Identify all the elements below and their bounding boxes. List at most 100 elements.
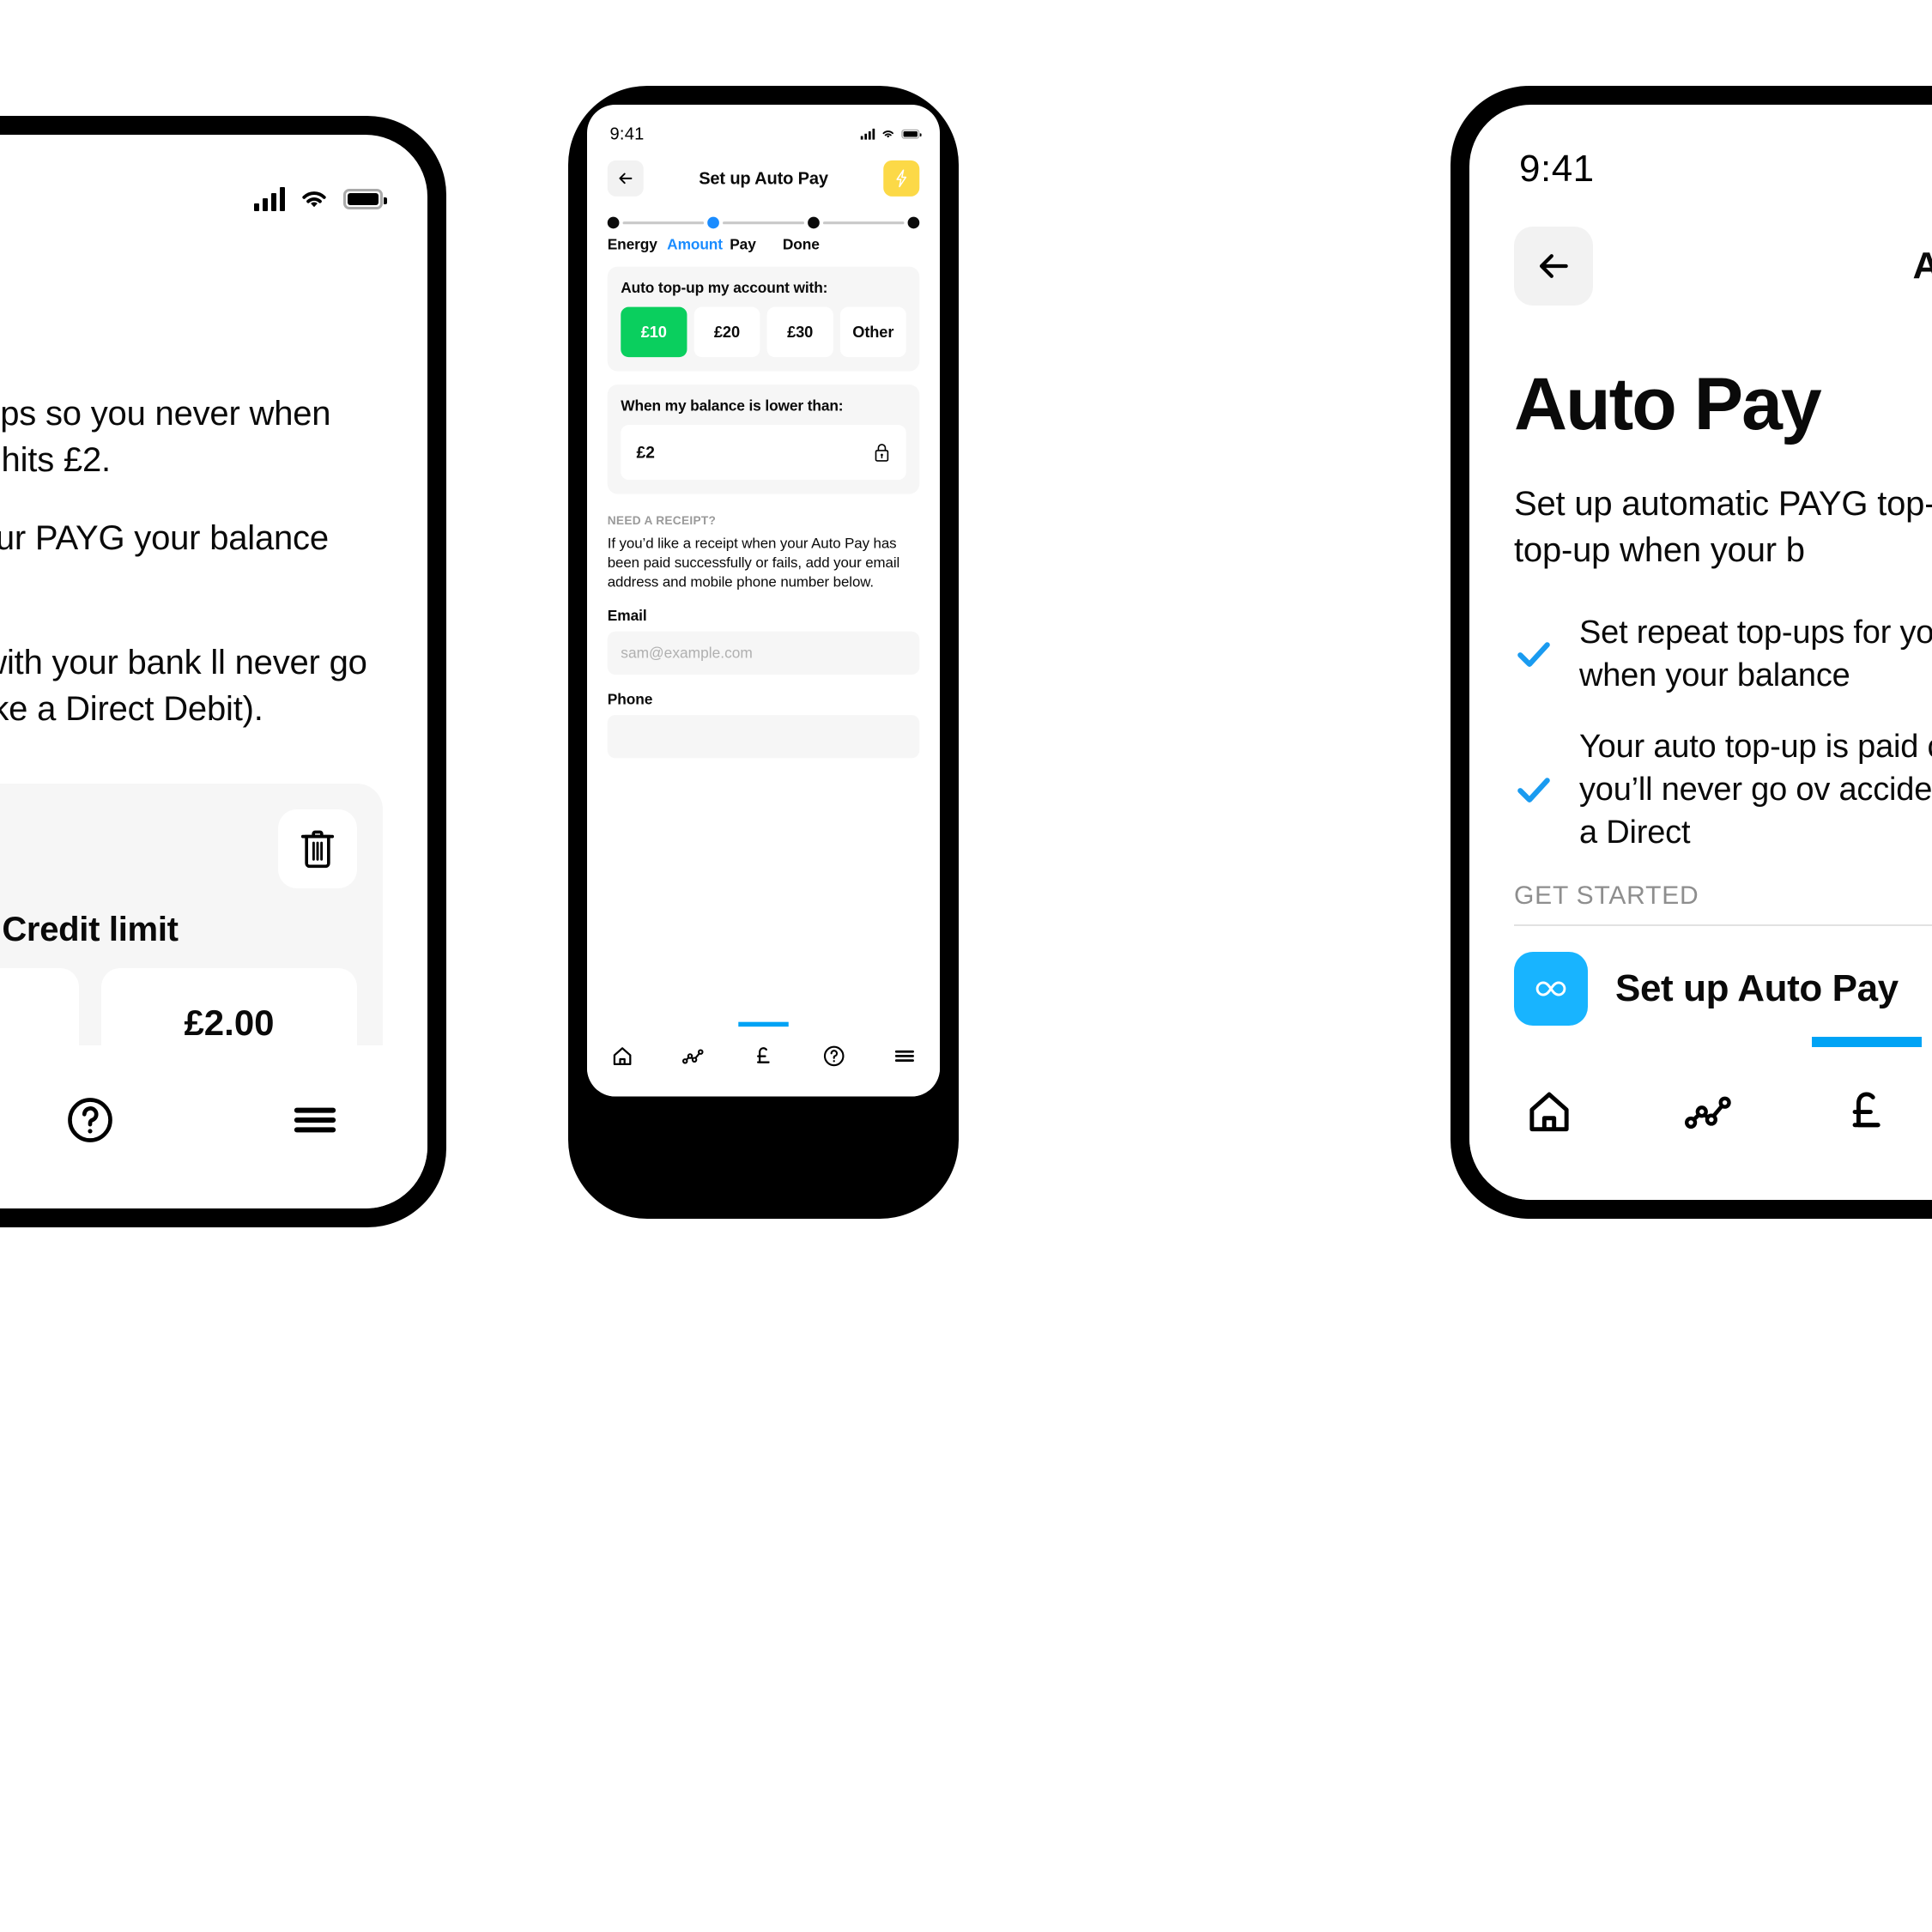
phone-field[interactable] [607, 715, 920, 759]
tab-usage[interactable] [1628, 1037, 1787, 1138]
wifi-icon [302, 191, 326, 208]
step-dot-pay[interactable] [807, 216, 820, 229]
back-button[interactable] [1514, 227, 1593, 306]
check-icon [1517, 777, 1550, 802]
help-icon [68, 1098, 112, 1142]
intro-paragraph-3: p-up is paid with your bank ll never go … [0, 643, 367, 728]
lock-icon [875, 444, 889, 462]
page-heading: Auto Pay [1514, 363, 1822, 445]
phone-label: Phone [607, 691, 653, 708]
balance-threshold-card: When my balance is lower than: £2 [607, 385, 920, 494]
infinity-icon [1535, 981, 1566, 996]
status-bar-center: 9:41 [587, 105, 940, 148]
infinity-icon-badge [1514, 951, 1588, 1026]
tab-help[interactable] [799, 1022, 869, 1069]
step-dot-done[interactable] [907, 216, 920, 229]
list-item-label: Set up Auto Pay [1615, 966, 1899, 1009]
email-field[interactable]: sam@example.com [607, 632, 920, 675]
balance-threshold-field[interactable]: £2 [621, 425, 906, 481]
nav-bar-left: Auto Pay [0, 229, 427, 341]
benefits-list: Set repeat top-ups for yo meter when you… [1514, 611, 1932, 854]
quick-action-button[interactable] [883, 160, 920, 197]
menu-icon [294, 1107, 336, 1133]
tab-bar-center [587, 1021, 941, 1097]
arrow-left-icon [1539, 254, 1568, 278]
tab-pay[interactable] [1787, 1037, 1932, 1138]
nav-bar-center: Set up Auto Pay [587, 148, 940, 198]
step-dot-energy[interactable] [607, 216, 620, 229]
wifi-icon [882, 130, 893, 138]
topup-amount-title: Auto top-up my account with: [621, 280, 828, 297]
phone-right: 9:41 Auto Pay Auto Pay Set up automatic … [1451, 86, 1932, 1219]
battery-icon [343, 189, 387, 209]
intro-paragraph-2: op-ups for your PAYG your balance reache… [0, 518, 329, 557]
menu-icon [894, 1050, 914, 1062]
trash-icon [300, 830, 335, 869]
check-icon [1517, 642, 1550, 668]
tab-home[interactable] [587, 1022, 657, 1069]
tab-usage[interactable] [657, 1022, 728, 1069]
status-bar-left [0, 135, 427, 229]
amount-option-30[interactable]: £30 [766, 306, 833, 358]
stepper-segment [822, 221, 905, 225]
tab-pay[interactable] [728, 1021, 798, 1069]
benefit-text: Your auto top-up is paid card, so you’ll… [1579, 728, 1932, 851]
back-button[interactable] [607, 160, 644, 197]
lightning-bolt-icon [896, 169, 907, 188]
tab-help[interactable] [0, 1045, 203, 1147]
stepper-track [607, 216, 920, 229]
receipt-section-label: NEED A RECEIPT? [607, 514, 717, 528]
step-label-amount: Amount [667, 236, 723, 253]
pound-icon [1852, 1092, 1881, 1128]
battery-icon [901, 129, 922, 139]
list-item: Set repeat top-ups for yo meter when you… [1514, 611, 1932, 697]
step-label-energy: Energy [607, 236, 657, 253]
tab-bar-right [1469, 1037, 1932, 1200]
phone-right-screen: 9:41 Auto Pay Auto Pay Set up automatic … [1469, 105, 1932, 1200]
step-dot-amount[interactable] [707, 216, 720, 229]
usage-chart-icon [681, 1049, 704, 1064]
balance-threshold-value: £2 [636, 443, 655, 462]
receipt-description: If you’d like a receipt when your Auto P… [607, 535, 900, 590]
status-icons [860, 128, 922, 140]
status-time: 9:41 [1519, 148, 1595, 190]
list-item: Your auto top-up is paid card, so you’ll… [1514, 725, 1932, 854]
stepper-segment [723, 221, 804, 225]
amount-options: £10 £20 £30 Other [621, 306, 906, 358]
delete-button[interactable] [278, 809, 357, 889]
benefit-text: Set repeat top-ups for yo meter when you… [1579, 615, 1932, 694]
step-label-pay: Pay [730, 236, 756, 253]
help-icon [823, 1045, 845, 1067]
cellular-signal-icon [254, 187, 285, 211]
amount-option-20[interactable]: £20 [693, 306, 760, 358]
get-started-label: GET STARTED [1514, 881, 1699, 910]
tab-home[interactable] [1469, 1037, 1628, 1138]
page-title-center: Set up Auto Pay [699, 168, 828, 188]
tab-menu[interactable] [203, 1045, 427, 1147]
tab-menu[interactable] [869, 1022, 940, 1069]
phone-left-screen: Auto Pay c PAYG top-ups so you never whe… [0, 135, 427, 1208]
screenshot-canvas: Auto Pay c PAYG top-ups so you never whe… [0, 0, 1932, 1932]
arrow-left-icon [619, 173, 633, 185]
phone-center-screen: 9:41 Set up Auto Pay Energy Amount Pay D… [587, 105, 941, 1097]
email-placeholder: sam@example.com [621, 645, 753, 662]
tab-active-indicator [738, 1021, 789, 1027]
list-item-set-up-auto-pay[interactable]: Set up Auto Pay [1514, 926, 1932, 1053]
usage-chart-icon [1684, 1096, 1731, 1130]
email-label: Email [607, 608, 647, 625]
credit-limit-label: Credit limit [2, 911, 179, 949]
status-icons [254, 187, 387, 211]
topup-amount-card: Auto top-up my account with: £10 £20 £30… [607, 266, 920, 372]
home-icon [1529, 1092, 1569, 1132]
balance-threshold-title: When my balance is lower than: [621, 397, 844, 415]
status-bar-right: 9:41 [1469, 105, 1932, 199]
pound-icon [757, 1047, 770, 1063]
phone-center: 9:41 Set up Auto Pay Energy Amount Pay D… [568, 86, 959, 1219]
setup-stepper: Energy Amount Pay Done [587, 199, 940, 253]
intro-paragraph-1: c PAYG top-ups so you never when your ba… [0, 395, 331, 480]
tab-active-indicator [1811, 1037, 1922, 1047]
amount-option-other[interactable]: Other [839, 306, 906, 358]
tab-bar-left [0, 1045, 427, 1208]
amount-option-10[interactable]: £10 [621, 306, 687, 358]
status-time: 9:41 [609, 124, 645, 144]
